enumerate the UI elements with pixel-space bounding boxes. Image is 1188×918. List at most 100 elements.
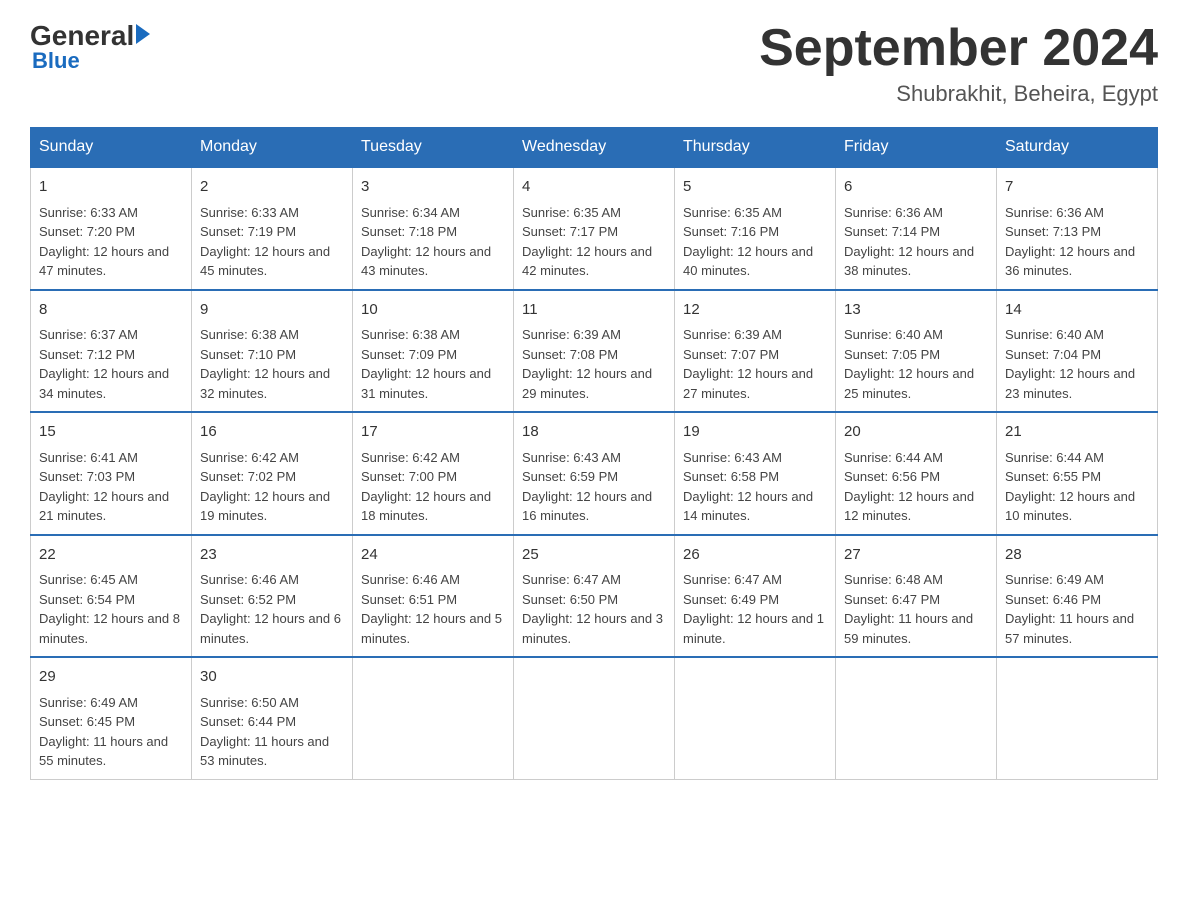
- day-sunset: Sunset: 7:13 PM: [1005, 224, 1101, 239]
- day-daylight: Daylight: 12 hours and 23 minutes.: [1005, 366, 1135, 401]
- day-daylight: Daylight: 12 hours and 38 minutes.: [844, 244, 974, 279]
- day-number: 24: [361, 544, 505, 567]
- table-row: 21Sunrise: 6:44 AMSunset: 6:55 PMDayligh…: [997, 412, 1158, 535]
- day-number: 11: [522, 299, 666, 322]
- table-row: 27Sunrise: 6:48 AMSunset: 6:47 PMDayligh…: [836, 535, 997, 658]
- col-sunday: Sunday: [31, 128, 192, 168]
- day-daylight: Daylight: 12 hours and 27 minutes.: [683, 366, 813, 401]
- day-daylight: Daylight: 12 hours and 25 minutes.: [844, 366, 974, 401]
- day-sunset: Sunset: 7:03 PM: [39, 469, 135, 484]
- day-sunset: Sunset: 7:10 PM: [200, 347, 296, 362]
- day-sunrise: Sunrise: 6:35 AM: [522, 205, 621, 220]
- day-sunset: Sunset: 6:58 PM: [683, 469, 779, 484]
- table-row: 23Sunrise: 6:46 AMSunset: 6:52 PMDayligh…: [192, 535, 353, 658]
- day-number: 16: [200, 421, 344, 444]
- day-number: 29: [39, 666, 183, 689]
- day-sunrise: Sunrise: 6:39 AM: [522, 327, 621, 342]
- table-row: 13Sunrise: 6:40 AMSunset: 7:05 PMDayligh…: [836, 290, 997, 413]
- table-row: 19Sunrise: 6:43 AMSunset: 6:58 PMDayligh…: [675, 412, 836, 535]
- day-sunrise: Sunrise: 6:39 AM: [683, 327, 782, 342]
- day-number: 9: [200, 299, 344, 322]
- day-sunrise: Sunrise: 6:36 AM: [844, 205, 943, 220]
- day-sunset: Sunset: 7:17 PM: [522, 224, 618, 239]
- day-number: 26: [683, 544, 827, 567]
- day-daylight: Daylight: 11 hours and 59 minutes.: [844, 611, 973, 646]
- day-daylight: Daylight: 12 hours and 31 minutes.: [361, 366, 491, 401]
- header: General Blue September 2024 Shubrakhit, …: [30, 20, 1158, 107]
- day-sunrise: Sunrise: 6:36 AM: [1005, 205, 1104, 220]
- day-number: 21: [1005, 421, 1149, 444]
- table-row: [514, 657, 675, 779]
- day-sunrise: Sunrise: 6:33 AM: [200, 205, 299, 220]
- table-row: 3Sunrise: 6:34 AMSunset: 7:18 PMDaylight…: [353, 167, 514, 290]
- day-number: 22: [39, 544, 183, 567]
- day-number: 10: [361, 299, 505, 322]
- table-row: 4Sunrise: 6:35 AMSunset: 7:17 PMDaylight…: [514, 167, 675, 290]
- day-sunrise: Sunrise: 6:33 AM: [39, 205, 138, 220]
- table-row: 9Sunrise: 6:38 AMSunset: 7:10 PMDaylight…: [192, 290, 353, 413]
- day-number: 13: [844, 299, 988, 322]
- day-daylight: Daylight: 12 hours and 14 minutes.: [683, 489, 813, 524]
- day-sunrise: Sunrise: 6:38 AM: [361, 327, 460, 342]
- day-daylight: Daylight: 12 hours and 47 minutes.: [39, 244, 169, 279]
- day-number: 14: [1005, 299, 1149, 322]
- day-daylight: Daylight: 12 hours and 6 minutes.: [200, 611, 341, 646]
- logo-arrow-icon: [136, 24, 150, 44]
- day-sunset: Sunset: 7:20 PM: [39, 224, 135, 239]
- day-daylight: Daylight: 12 hours and 34 minutes.: [39, 366, 169, 401]
- day-daylight: Daylight: 12 hours and 16 minutes.: [522, 489, 652, 524]
- table-row: 5Sunrise: 6:35 AMSunset: 7:16 PMDaylight…: [675, 167, 836, 290]
- col-thursday: Thursday: [675, 128, 836, 168]
- day-sunrise: Sunrise: 6:38 AM: [200, 327, 299, 342]
- day-sunset: Sunset: 7:12 PM: [39, 347, 135, 362]
- day-number: 15: [39, 421, 183, 444]
- day-sunrise: Sunrise: 6:45 AM: [39, 572, 138, 587]
- day-daylight: Daylight: 11 hours and 53 minutes.: [200, 734, 329, 769]
- day-daylight: Daylight: 12 hours and 43 minutes.: [361, 244, 491, 279]
- day-sunset: Sunset: 6:54 PM: [39, 592, 135, 607]
- logo-blue: Blue: [32, 48, 80, 74]
- day-sunrise: Sunrise: 6:49 AM: [39, 695, 138, 710]
- day-sunset: Sunset: 6:55 PM: [1005, 469, 1101, 484]
- day-daylight: Daylight: 12 hours and 3 minutes.: [522, 611, 663, 646]
- calendar-header-row: Sunday Monday Tuesday Wednesday Thursday…: [31, 128, 1158, 168]
- day-sunrise: Sunrise: 6:46 AM: [200, 572, 299, 587]
- table-row: 8 Sunrise: 6:37 AM Sunset: 7:12 PM Daylight…: [31, 290, 192, 413]
- table-row: 26Sunrise: 6:47 AMSunset: 6:49 PMDayligh…: [675, 535, 836, 658]
- table-row: [675, 657, 836, 779]
- day-number: 12: [683, 299, 827, 322]
- day-daylight: Daylight: 12 hours and 5 minutes.: [361, 611, 502, 646]
- table-row: 29Sunrise: 6:49 AMSunset: 6:45 PMDayligh…: [31, 657, 192, 779]
- day-sunset: Sunset: 6:56 PM: [844, 469, 940, 484]
- day-daylight: Daylight: 12 hours and 40 minutes.: [683, 244, 813, 279]
- table-row: 17Sunrise: 6:42 AMSunset: 7:00 PMDayligh…: [353, 412, 514, 535]
- day-sunrise: Sunrise: 6:47 AM: [522, 572, 621, 587]
- day-sunrise: Sunrise: 6:46 AM: [361, 572, 460, 587]
- day-sunrise: Sunrise: 6:42 AM: [361, 450, 460, 465]
- day-number: 8: [39, 299, 183, 322]
- day-daylight: Daylight: 12 hours and 8 minutes.: [39, 611, 180, 646]
- day-sunrise: Sunrise: 6:44 AM: [1005, 450, 1104, 465]
- day-daylight: Daylight: 12 hours and 36 minutes.: [1005, 244, 1135, 279]
- day-sunrise: Sunrise: 6:40 AM: [1005, 327, 1104, 342]
- table-row: 10Sunrise: 6:38 AMSunset: 7:09 PMDayligh…: [353, 290, 514, 413]
- day-sunset: Sunset: 7:04 PM: [1005, 347, 1101, 362]
- day-sunset: Sunset: 6:46 PM: [1005, 592, 1101, 607]
- day-number: 30: [200, 666, 344, 689]
- table-row: [997, 657, 1158, 779]
- day-daylight: Daylight: 12 hours and 45 minutes.: [200, 244, 330, 279]
- day-number: 4: [522, 176, 666, 199]
- table-row: 30Sunrise: 6:50 AMSunset: 6:44 PMDayligh…: [192, 657, 353, 779]
- day-sunset: Sunset: 7:00 PM: [361, 469, 457, 484]
- day-sunset: Sunset: 7:19 PM: [200, 224, 296, 239]
- day-number: 28: [1005, 544, 1149, 567]
- col-tuesday: Tuesday: [353, 128, 514, 168]
- day-sunrise: Sunrise: 6:49 AM: [1005, 572, 1104, 587]
- day-number: 3: [361, 176, 505, 199]
- day-sunrise: Sunrise: 6:37 AM: [39, 327, 138, 342]
- day-sunset: Sunset: 6:45 PM: [39, 714, 135, 729]
- day-sunset: Sunset: 6:59 PM: [522, 469, 618, 484]
- day-daylight: Daylight: 12 hours and 19 minutes.: [200, 489, 330, 524]
- day-sunset: Sunset: 6:50 PM: [522, 592, 618, 607]
- day-number: 19: [683, 421, 827, 444]
